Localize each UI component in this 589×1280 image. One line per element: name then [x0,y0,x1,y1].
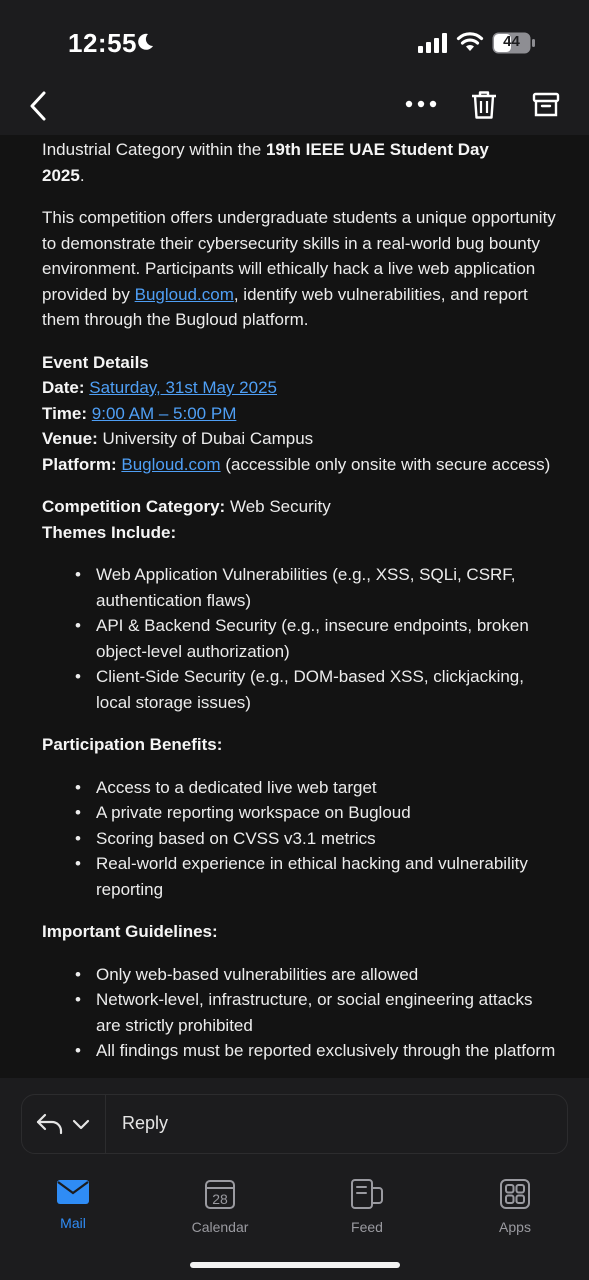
tab-calendar[interactable]: 28 Calendar [170,1178,270,1235]
platform-note: (accessible only onsite with secure acce… [220,454,551,474]
feed-icon [351,1179,383,1209]
list-item: API & Backend Security (e.g., insecure e… [75,613,557,664]
archive-icon[interactable] [532,92,560,118]
platform-label: Platform: [42,454,117,474]
chevron-left-icon[interactable] [28,90,48,122]
benefits-list: Access to a dedicated live web target A … [42,775,557,903]
email-body[interactable]: Industrial Category within the 19th IEEE… [0,135,589,1078]
more-icon[interactable] [405,100,437,108]
time-label: Time: [42,403,88,423]
intro-paragraph: Industrial Category within the 19th IEEE… [42,137,557,188]
list-item: Access to a dedicated live web target [75,775,557,801]
bugloud-link[interactable]: Bugloud.com [135,285,234,304]
list-item: Scoring based on CVSS v3.1 metrics [75,826,557,852]
category-value: Web Security [225,497,331,516]
venue-value: University of Dubai Campus [97,429,314,448]
status-time: 12:55 [68,28,137,58]
competition-category: Competition Category: Web Security Theme… [42,494,557,545]
event-name: 19th IEEE UAE Student Day [265,140,489,159]
tab-apps[interactable]: Apps [465,1178,565,1235]
home-indicator[interactable] [190,1262,400,1268]
status-bar: 12:55 44 [0,0,589,80]
event-details-heading: Event Details [42,352,149,372]
list-item: Client-Side Security (e.g., DOM-based XS… [75,664,557,715]
calendar-day: 28 [212,1191,228,1207]
moon-icon [138,33,153,50]
date-label: Date: [42,378,85,397]
event-details: Event Details Date: Saturday, 31st May 2… [42,350,557,478]
event-year: 2025 [42,165,80,185]
trash-icon[interactable] [470,90,498,120]
email-text: Industrial Category within the 19th IEEE… [42,135,557,1064]
wifi-icon [456,32,484,51]
signal-icon [418,33,447,53]
guidelines-heading: Important Guidelines: [42,922,218,941]
apps-icon [500,1179,530,1209]
venue-label: Venue: [42,429,98,448]
nav-bar [0,80,589,135]
themes-heading: Themes Include: [42,522,177,542]
category-label: Competition Category: [42,497,226,516]
battery-level: 44 [503,33,520,50]
platform-link[interactable]: Bugloud.com [121,455,220,474]
guidelines-list: Only web-based vulnerabilities are allow… [42,962,557,1064]
reply-divider [105,1095,106,1153]
tab-calendar-label: Calendar [191,1219,249,1235]
themes-list: Web Application Vulnerabilities (e.g., X… [42,562,557,715]
calendar-icon: 28 [205,1180,235,1209]
reply-arrow-icon[interactable] [36,1113,64,1135]
list-item: Real-world experience in ethical hacking… [75,851,557,902]
list-item: A private reporting workspace on Bugloud [75,800,557,826]
tab-feed-label: Feed [351,1219,383,1235]
list-item: All findings must be reported exclusivel… [75,1038,557,1064]
tab-mail[interactable]: Mail [23,1178,123,1231]
benefits-heading: Participation Benefits: [42,735,223,754]
tab-feed[interactable]: Feed [317,1178,417,1235]
intro-text: Industrial Category within the [42,140,266,159]
tab-mail-label: Mail [60,1215,86,1231]
list-item: Only web-based vulnerabilities are allow… [75,962,557,988]
list-item: Web Application Vulnerabilities (e.g., X… [75,562,557,613]
description-paragraph: This competition offers undergraduate st… [42,205,557,333]
tab-apps-label: Apps [499,1219,531,1235]
reply-bar: Reply [0,1078,589,1170]
mail-icon [57,1180,89,1204]
time-link[interactable]: 9:00 AM – 5:00 PM [92,404,237,423]
list-item: Network-level, infrastructure, or social… [75,987,557,1038]
date-link[interactable]: Saturday, 31st May 2025 [89,378,277,397]
reply-box[interactable]: Reply [21,1094,568,1154]
intro-end: . [79,165,85,185]
reply-button[interactable]: Reply [122,1113,168,1134]
chevron-down-icon[interactable] [72,1119,90,1131]
